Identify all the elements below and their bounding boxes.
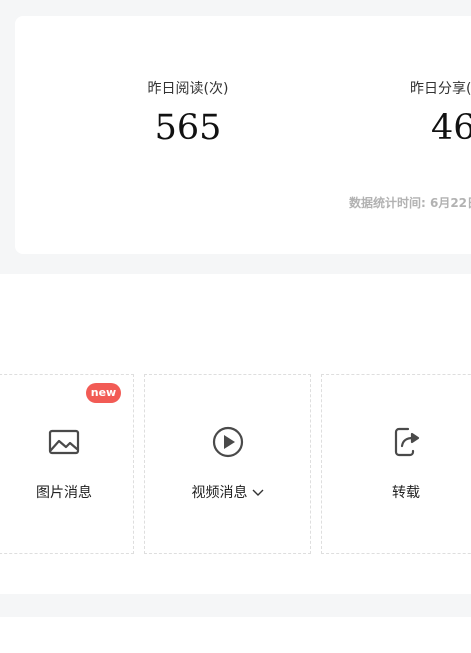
image-message-label: 图片消息: [36, 485, 92, 501]
repost-button[interactable]: 转载: [321, 374, 471, 554]
stat-read-label: 昨日阅读(次): [147, 81, 229, 97]
stats-card: 昨日阅读(次) 565 昨日分享( 46 数据统计时间: 6月22日: [15, 16, 471, 254]
image-icon: [47, 425, 81, 459]
video-message-button[interactable]: 视频消息: [144, 374, 311, 554]
share-arrow-icon: [389, 425, 423, 459]
stat-share-value: 46: [431, 108, 471, 148]
video-message-label-row: 视频消息: [145, 482, 310, 502]
repost-label: 转载: [392, 485, 420, 501]
stat-share-label: 昨日分享(: [410, 81, 471, 97]
stats-time: 数据统计时间: 6月22日: [349, 196, 471, 210]
chevron-down-icon[interactable]: [252, 485, 264, 501]
create-tools-panel: 图片消息 视频消息 转载: [0, 274, 471, 594]
new-badge: new: [86, 383, 121, 403]
video-message-label: 视频消息: [191, 485, 248, 501]
play-circle-icon: [211, 425, 245, 459]
bottom-panel: [0, 617, 471, 653]
stat-read-value: 565: [154, 108, 222, 148]
